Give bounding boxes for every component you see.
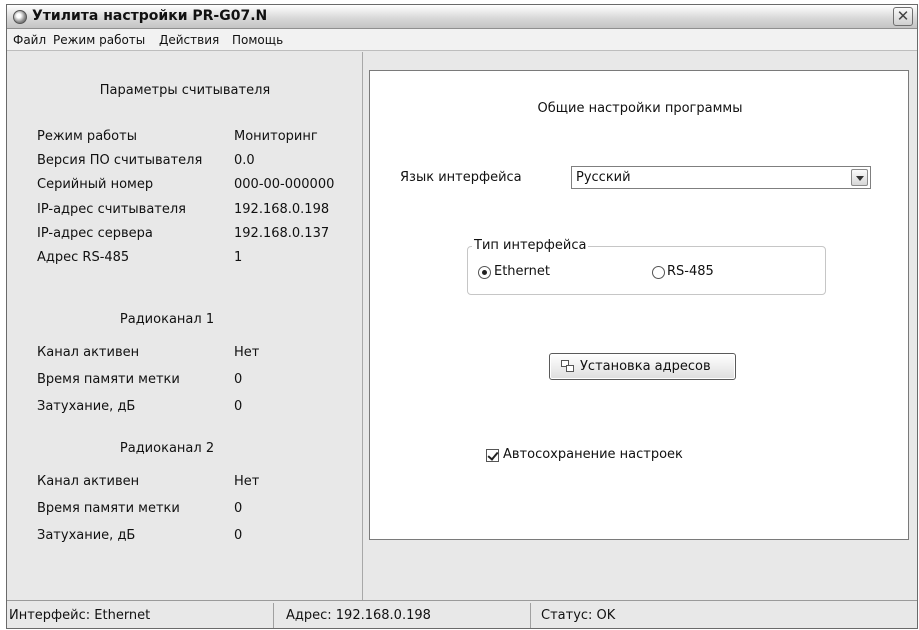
channel2-attenuation-label: Затухание, дБ — [37, 528, 136, 543]
channel1-tag-memory-value: 0 — [234, 372, 243, 387]
interface-type-group: Тип интерфейса Ethernet RS-485 — [467, 238, 826, 295]
status-interface: Интерфейс: Ethernet — [9, 608, 151, 623]
work-mode-value: Мониторинг — [234, 129, 318, 144]
language-label: Язык интерфейса — [400, 170, 522, 185]
channel1-attenuation-label: Затухание, дБ — [37, 399, 136, 414]
reader-ip-label: IP-адрес считывателя — [37, 202, 187, 217]
reader-ip-value: 192.168.0.198 — [234, 202, 330, 217]
menu-mode[interactable]: Режим работы — [53, 33, 145, 47]
channel2-active-value: Нет — [234, 474, 260, 489]
rs485-radio-label[interactable]: RS-485 — [667, 264, 714, 279]
status-separator — [273, 603, 274, 628]
firmware-version-value: 0.0 — [234, 153, 255, 168]
autosave-checkbox[interactable] — [486, 449, 499, 462]
server-ip-value: 192.168.0.137 — [234, 226, 330, 241]
close-button[interactable]: ✕ — [893, 7, 913, 26]
ethernet-radio-label[interactable]: Ethernet — [494, 264, 550, 279]
menu-file[interactable]: Файл — [13, 33, 46, 47]
channel1-active-label: Канал активен — [37, 345, 140, 360]
general-settings-panel: Общие настройки программы Язык интерфейс… — [369, 70, 909, 540]
channel1-attenuation-value: 0 — [234, 399, 243, 414]
channel1-tag-memory-label: Время памяти метки — [37, 372, 180, 387]
channel2-attenuation-value: 0 — [234, 528, 243, 543]
status-separator — [530, 603, 531, 628]
ethernet-radio[interactable] — [478, 266, 491, 279]
status-bar: Интерфейс: Ethernet Адрес: 192.168.0.198… — [7, 600, 917, 628]
network-icon — [561, 360, 574, 373]
interface-type-legend: Тип интерфейса — [472, 238, 589, 253]
menu-bar: Файл Режим работы Действия Помощь — [7, 29, 917, 51]
right-panel-footer — [364, 541, 917, 600]
rs485-radio[interactable] — [652, 266, 665, 279]
serial-number-label: Серийный номер — [37, 177, 154, 192]
radio-channel-2-title: Радиоканал 2 — [119, 441, 215, 456]
radio-channel-1-title: Радиоканал 1 — [119, 312, 215, 327]
autosave-label[interactable]: Автосохранение настроек — [503, 447, 683, 462]
app-window: Утилита настройки PR-G07.N ✕ Файл Режим … — [6, 4, 918, 629]
menu-actions[interactable]: Действия — [159, 33, 219, 47]
title-bar: Утилита настройки PR-G07.N ✕ — [7, 5, 917, 29]
app-icon — [13, 10, 27, 24]
firmware-version-label: Версия ПО считывателя — [37, 153, 203, 168]
work-mode-label: Режим работы — [37, 129, 137, 144]
reader-params-title: Параметры считывателя — [99, 83, 271, 98]
chevron-down-icon[interactable] — [851, 169, 868, 186]
serial-number-value: 000-00-000000 — [234, 177, 335, 192]
rs485-address-label: Адрес RS-485 — [37, 250, 130, 265]
window-title: Утилита настройки PR-G07.N — [32, 8, 268, 24]
language-select[interactable]: Русский — [571, 166, 871, 189]
set-addresses-button[interactable]: Установка адресов — [549, 353, 736, 380]
reader-params-panel: Параметры считывателя Режим работы Монит… — [7, 52, 363, 600]
status-address: Адрес: 192.168.0.198 — [286, 608, 431, 623]
rs485-address-value: 1 — [234, 250, 243, 265]
language-select-value: Русский — [576, 170, 631, 185]
general-settings-title: Общие настройки программы — [537, 101, 743, 116]
channel1-active-value: Нет — [234, 345, 260, 360]
set-addresses-button-label: Установка адресов — [580, 359, 711, 374]
channel2-active-label: Канал активен — [37, 474, 140, 489]
server-ip-label: IP-адрес сервера — [37, 226, 153, 241]
channel2-tag-memory-label: Время памяти метки — [37, 501, 180, 516]
status-state: Статус: OK — [541, 608, 616, 623]
channel2-tag-memory-value: 0 — [234, 501, 243, 516]
menu-help[interactable]: Помощь — [232, 33, 283, 47]
